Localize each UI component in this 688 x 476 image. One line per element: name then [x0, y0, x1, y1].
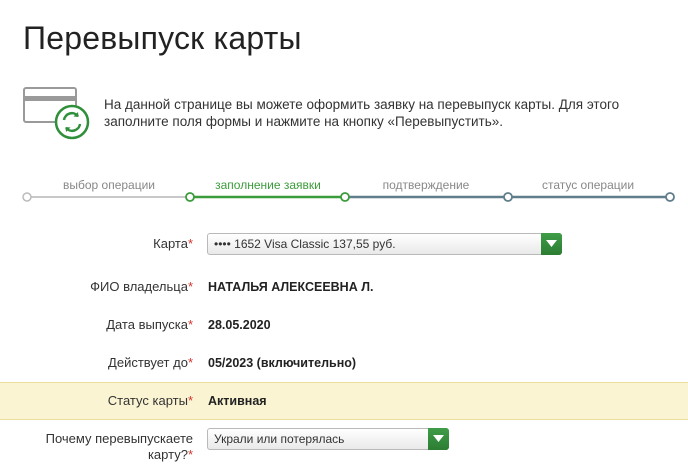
chevron-down-icon[interactable] [428, 428, 449, 450]
card-status-row: Статус карты* Активная [0, 382, 688, 420]
card-row: Карта* •••• 1652 Visa Classic 137,55 руб… [0, 225, 688, 263]
step-confirmation: подтверждение [382, 178, 470, 192]
reason-select-value: Украли или потерялась [214, 432, 345, 446]
card-status-label: Статус карты* [107, 393, 193, 408]
intro-text: На данной странице вы можете оформить за… [104, 96, 620, 129]
step-operation-status: статус операции [541, 178, 635, 192]
card-label: Карта* [153, 236, 193, 251]
reason-label: Почему перевыпускаете карту?* [45, 431, 193, 462]
valid-until-value: 05/2023 (включительно) [208, 356, 357, 370]
card-status-value: Активная [208, 394, 267, 408]
issue-date-value: 28.05.2020 [208, 318, 271, 332]
card-reissue-icon [22, 80, 90, 140]
reason-row: Почему перевыпускаете карту?* Украли или… [0, 424, 688, 474]
page-title: Перевыпуск карты [23, 20, 302, 56]
issue-date-label: Дата выпуска* [106, 317, 193, 332]
owner-value: НАТАЛЬЯ АЛЕКСЕЕВНА Л. [208, 280, 374, 294]
step-fill-application: заполнение заявки [215, 178, 321, 192]
card-select[interactable]: •••• 1652 Visa Classic 137,55 руб. [207, 233, 562, 255]
progress-steps: выбор операции заполнение заявки подтвер… [0, 172, 688, 206]
owner-row: ФИО владельца* НАТАЛЬЯ АЛЕКСЕЕВНА Л. [0, 267, 688, 305]
issue-date-row: Дата выпуска* 28.05.2020 [0, 305, 688, 343]
owner-label: ФИО владельца* [90, 279, 193, 294]
valid-until-row: Действует до* 05/2023 (включительно) [0, 343, 688, 381]
chevron-down-icon[interactable] [541, 233, 562, 255]
card-select-value: •••• 1652 Visa Classic 137,55 руб. [214, 237, 396, 251]
step-select-operation: выбор операции [62, 178, 156, 192]
valid-until-label: Действует до* [108, 355, 193, 370]
reason-select[interactable]: Украли или потерялась [207, 428, 449, 450]
